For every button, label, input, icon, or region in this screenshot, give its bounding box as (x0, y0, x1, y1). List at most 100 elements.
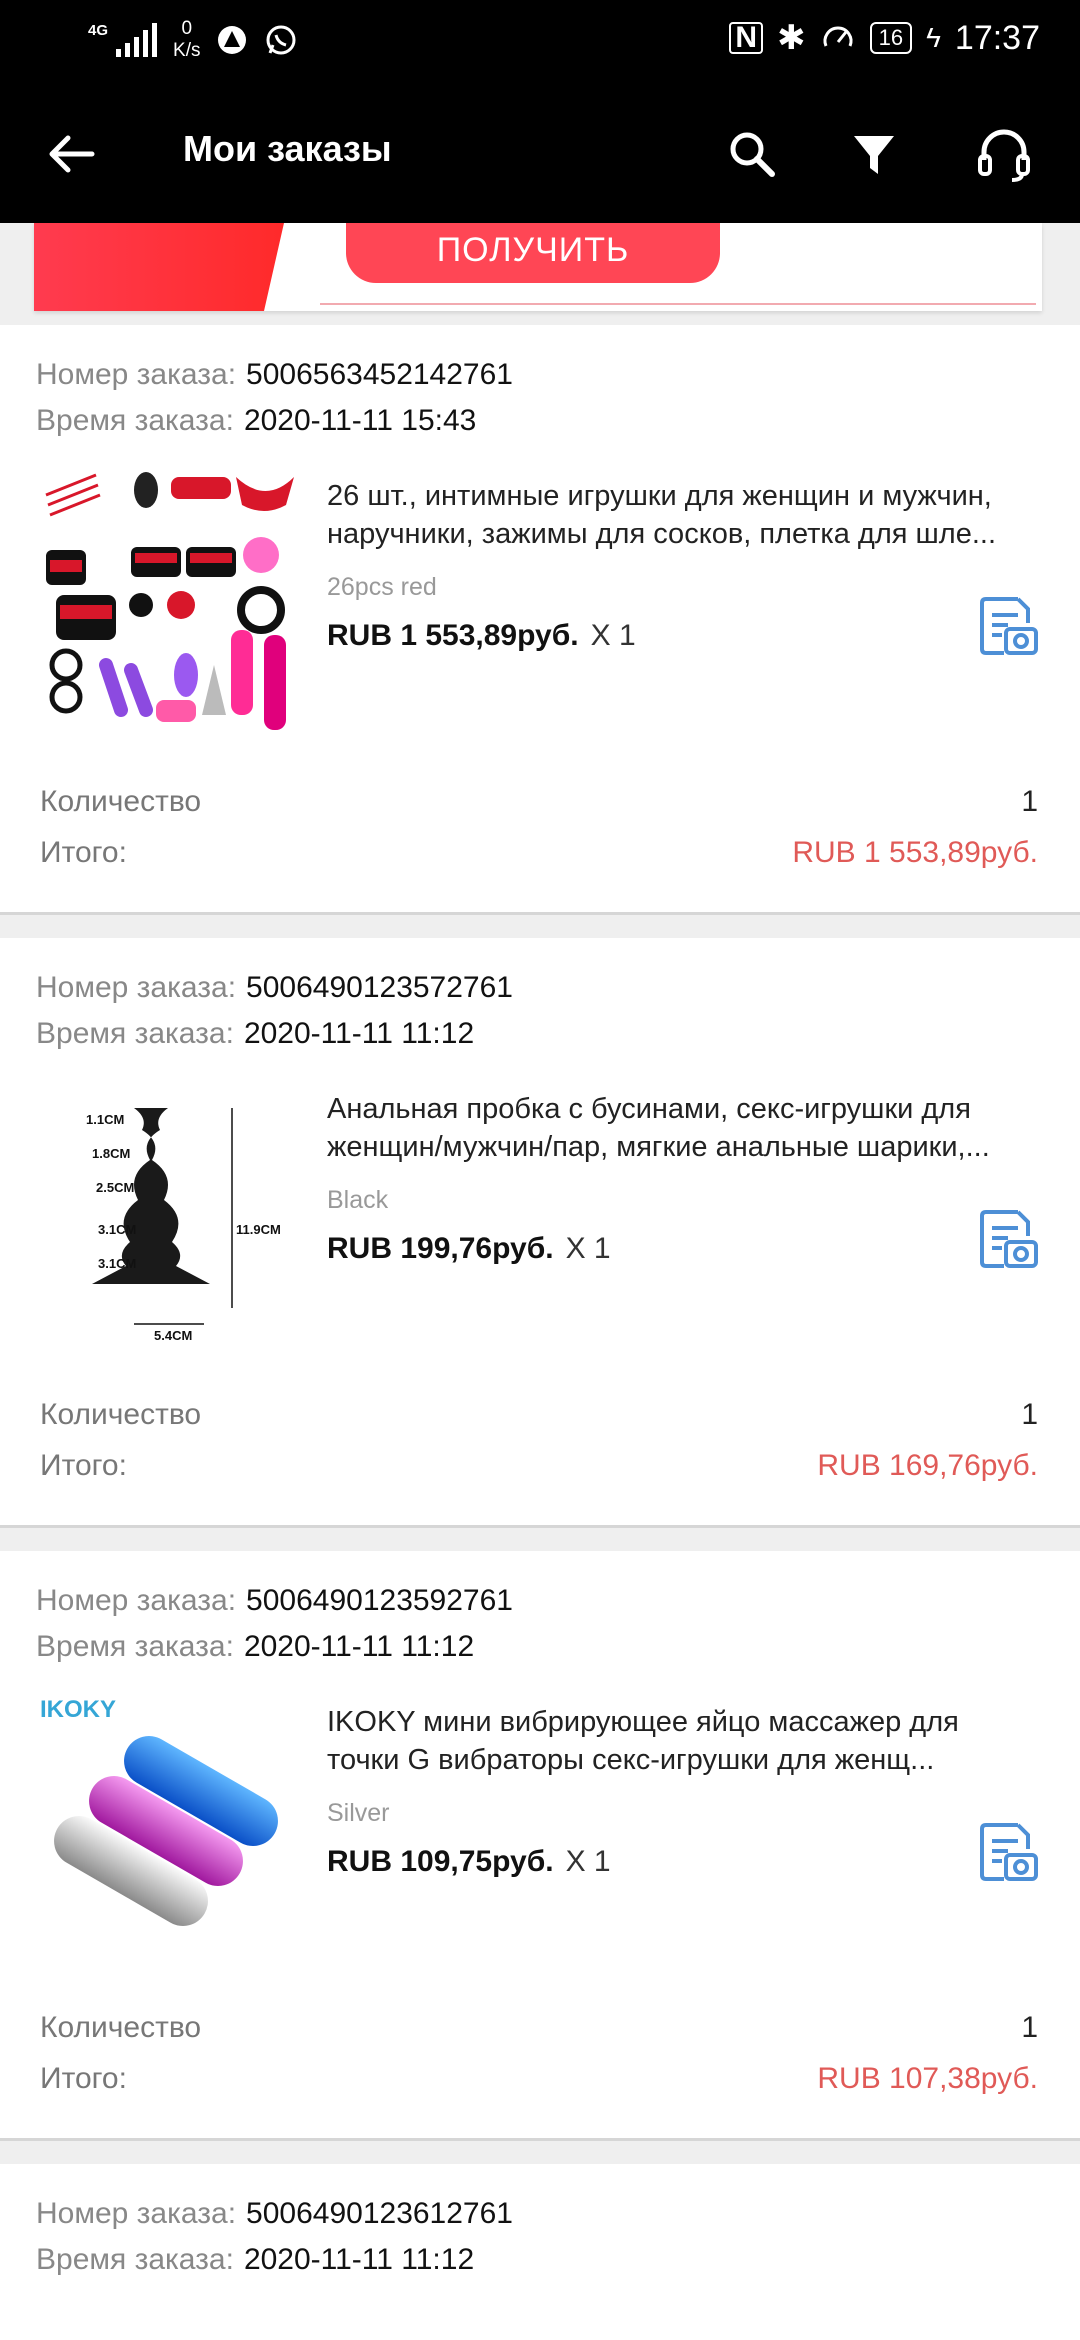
image-label: 2.5CM (96, 1180, 134, 1195)
clock: 17:37 (954, 18, 1040, 57)
image-label: 1.8CM (92, 1146, 130, 1161)
data-saver-icon (823, 26, 853, 47)
filter-icon[interactable] (842, 122, 906, 186)
product-variant: 26pcs red (327, 573, 437, 601)
order-number: 5006490123612761 (246, 2197, 513, 2230)
product-variant: Silver (327, 1799, 390, 1827)
quantity-label: Количество (40, 2011, 202, 2044)
quantity-value: 1 (1021, 785, 1038, 818)
product-price: RUB 1 553,89руб. (327, 619, 579, 652)
receipt-camera-icon[interactable] (978, 595, 1038, 657)
get-coupon-button[interactable]: ПОЛУЧИТЬ (346, 223, 720, 283)
quantity-row: Количество 1 (40, 1398, 1038, 1432)
order-number: 5006490123592761 (246, 1584, 513, 1617)
total-label: Итого: (40, 2062, 127, 2095)
back-arrow-icon[interactable] (40, 122, 104, 186)
order-time: 2020-11-11 11:12 (243, 1017, 475, 1050)
product-title[interactable]: Анальная пробка с бусинами, секс-игрушки… (327, 1090, 1027, 1166)
receipt-camera-icon[interactable] (978, 1208, 1038, 1270)
total-label: Итого: (40, 1449, 127, 1482)
total-label: Итого: (40, 836, 127, 869)
order-number-label: Номер заказа: (36, 358, 237, 391)
coupon-divider (320, 303, 1036, 305)
product-image[interactable]: IKOKY (36, 1691, 301, 1956)
order-time-label: Время заказа: (36, 2243, 234, 2276)
page-title: Мои заказы (183, 128, 392, 169)
order-time-label: Время заказа: (36, 404, 234, 437)
speed-unit: K/s (173, 40, 201, 61)
order-number-label: Номер заказа: (36, 971, 237, 1004)
product-qty: X 1 (565, 1845, 611, 1878)
order-number-row: Номер заказа: 5006490123572761 (36, 971, 513, 1005)
image-label: 5.4CM (154, 1328, 192, 1343)
top-bar: 4G 0 K/s N ✱ 16 ϟ 17:37 Мои заказы (0, 0, 1080, 223)
order-card[interactable]: Номер заказа: 5006490123612761 Время зака… (0, 2164, 1080, 2340)
order-number-row: Номер заказа: 5006490123592761 (36, 1584, 513, 1618)
status-bar: 4G 0 K/s N ✱ 16 ϟ 17:37 (0, 0, 1080, 80)
product-price-row: RUB 109,75руб. X 1 (327, 1845, 611, 1879)
order-number-label: Номер заказа: (36, 2197, 237, 2230)
order-time: 2020-11-11 11:12 (243, 2243, 475, 2276)
product-qty: X 1 (590, 619, 636, 652)
order-card[interactable]: Номер заказа: 5006490123592761 Время зака… (0, 1551, 1080, 2141)
product-title[interactable]: 26 шт., интимные игрушки для женщин и му… (327, 477, 1027, 553)
total-value: RUB 169,76руб. (817, 1449, 1038, 1482)
total-value: RUB 1 553,89руб. (792, 836, 1038, 869)
total-row: Итого: RUB 107,38руб. (40, 2062, 1038, 2096)
quantity-value: 1 (1021, 1398, 1038, 1431)
coupon-banner: ПОЛУЧИТЬ (34, 223, 1042, 311)
order-time-row: Время заказа: 2020-11-11 11:12 (36, 2243, 474, 2277)
order-time: 2020-11-11 11:12 (243, 1630, 475, 1663)
nfc-icon: N (729, 22, 764, 54)
image-label: 1.1CM (86, 1112, 124, 1127)
quantity-label: Количество (40, 785, 202, 818)
speed-value: 0 (181, 18, 193, 39)
coupon-banner-red-panel (34, 223, 284, 311)
order-number-row: Номер заказа: 5006490123612761 (36, 2197, 513, 2231)
product-price-row: RUB 199,76руб. X 1 (327, 1232, 611, 1266)
order-card[interactable]: Номер заказа: 5006490123572761 Время зака… (0, 938, 1080, 1528)
headset-icon[interactable] (972, 122, 1036, 186)
product-price: RUB 199,76руб. (327, 1232, 554, 1265)
network-type: 4G (88, 22, 109, 39)
battery-level: 16 (869, 22, 913, 54)
image-brand-label: IKOKY (40, 1696, 116, 1723)
order-time-row: Время заказа: 2020-11-11 15:43 (36, 404, 476, 438)
notification-icon (218, 26, 247, 54)
quantity-row: Количество 1 (40, 785, 1038, 819)
order-number-label: Номер заказа: (36, 1584, 237, 1617)
order-time-row: Время заказа: 2020-11-11 11:12 (36, 1630, 474, 1664)
product-variant: Black (327, 1186, 389, 1214)
receipt-camera-icon[interactable] (978, 1821, 1038, 1883)
image-label: 3.1CM (98, 1222, 136, 1237)
order-time-label: Время заказа: (36, 1630, 234, 1663)
order-card[interactable]: Номер заказа: 5006563452142761 Время зака… (0, 325, 1080, 915)
image-label: 11.9CM (236, 1222, 281, 1237)
image-label: 3.1CM (98, 1256, 136, 1271)
product-qty: X 1 (565, 1232, 611, 1265)
product-price: RUB 109,75руб. (327, 1845, 554, 1878)
product-image[interactable]: 1.1CM 1.8CM 2.5CM 3.1CM 3.1CM 11.9CM 5.4… (36, 1078, 301, 1343)
total-value: RUB 107,38руб. (817, 2062, 1038, 2095)
search-icon[interactable] (720, 122, 784, 186)
order-time-row: Время заказа: 2020-11-11 11:12 (36, 1017, 474, 1051)
product-title[interactable]: IKOKY мини вибрирующее яйцо массажер для… (327, 1703, 1027, 1779)
product-price-row: RUB 1 553,89руб. X 1 (327, 619, 636, 653)
order-number: 5006563452142761 (246, 358, 513, 391)
charging-icon: ϟ (926, 22, 941, 53)
order-number-row: Номер заказа: 5006563452142761 (36, 358, 513, 392)
order-time-label: Время заказа: (36, 1017, 234, 1050)
quantity-row: Количество 1 (40, 2011, 1038, 2045)
app-bar: Мои заказы (0, 100, 1080, 210)
order-time: 2020-11-11 15:43 (243, 404, 477, 437)
signal-icon: 4G (88, 22, 158, 57)
quantity-label: Количество (40, 1398, 202, 1431)
bluetooth-icon: ✱ (777, 19, 806, 57)
product-image[interactable] (36, 465, 301, 730)
order-number: 5006490123572761 (246, 971, 513, 1004)
quantity-value: 1 (1021, 2011, 1038, 2044)
network-speed: 0 K/s (173, 18, 200, 62)
total-row: Итого: RUB 1 553,89руб. (40, 836, 1038, 870)
whatsapp-icon (266, 25, 296, 55)
total-row: Итого: RUB 169,76руб. (40, 1449, 1038, 1483)
